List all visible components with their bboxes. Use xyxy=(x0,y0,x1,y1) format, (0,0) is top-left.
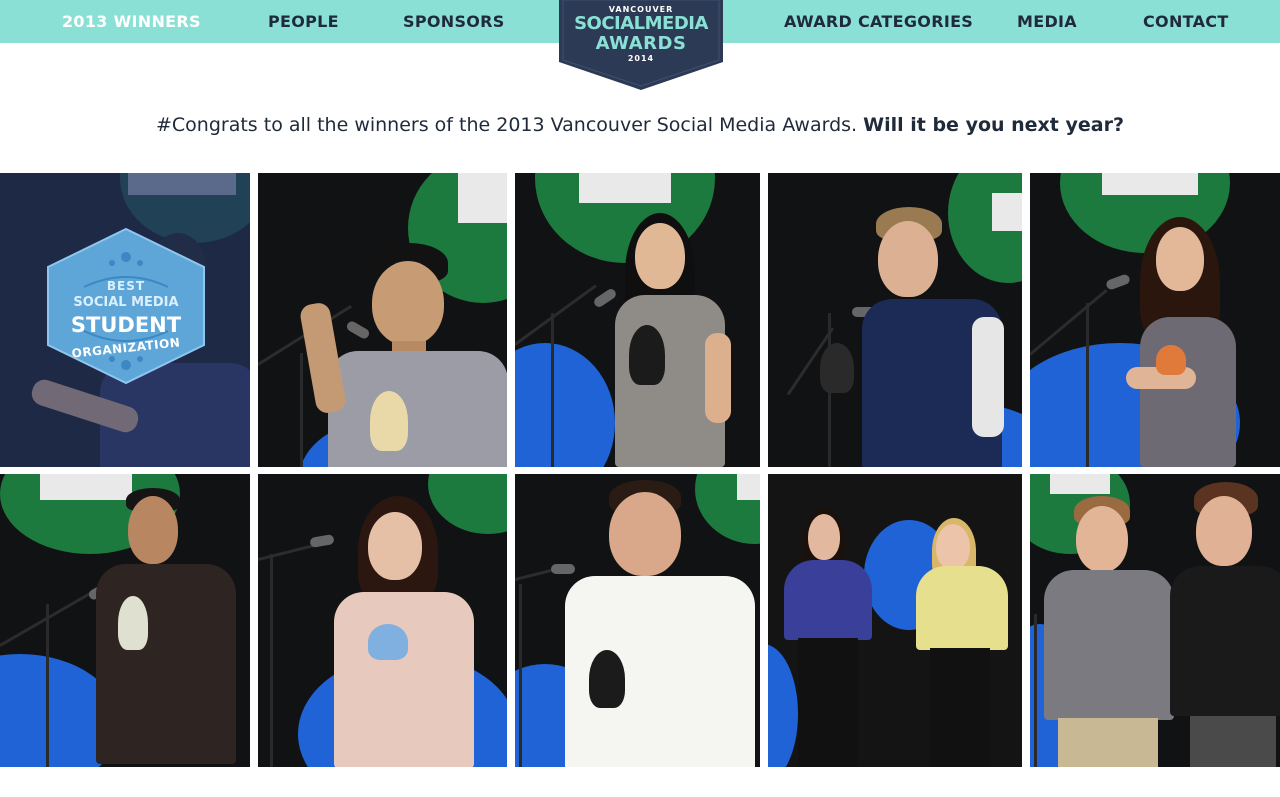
award-trophy-figure xyxy=(368,624,408,660)
nav-link-award-categories[interactable]: AWARD CATEGORIES xyxy=(784,0,973,43)
microphone-stand xyxy=(270,554,273,767)
winner-photo-best-student-organization[interactable]: BEST SOCIAL MEDIA STUDENT ORGANIZATION xyxy=(0,173,250,467)
stage-prop xyxy=(992,193,1022,231)
winner-photo-8[interactable] xyxy=(515,474,760,767)
stage-prop xyxy=(1102,173,1198,195)
microphone-icon xyxy=(309,533,335,549)
site-logo[interactable]: VANCOUVER SOCIALMEDIA AWARDS 2014 xyxy=(559,0,723,90)
stage-blue-circle xyxy=(515,343,615,467)
congrats-tagline: #Congrats to all the winners of the 2013… xyxy=(0,114,1280,136)
tagline-text: #Congrats to all the winners of the 2013… xyxy=(155,114,858,136)
logo-year: 2014 xyxy=(627,54,655,63)
winner-photo-10[interactable] xyxy=(1030,474,1280,767)
nav-link-media[interactable]: MEDIA xyxy=(1017,0,1077,43)
stage-prop xyxy=(40,474,132,500)
logo-title-line1: SOCIALMEDIA xyxy=(574,13,708,34)
award-category-badge: BEST SOCIAL MEDIA STUDENT ORGANIZATION xyxy=(44,227,208,385)
award-trophy-figure xyxy=(1156,345,1186,375)
badge-text-best: BEST xyxy=(106,279,146,293)
microphone-boom xyxy=(515,284,597,346)
award-trophy-figure xyxy=(589,650,625,708)
winner-photo-9[interactable] xyxy=(768,474,1022,767)
award-trophy-figure xyxy=(370,391,408,451)
microphone-stand xyxy=(46,604,49,767)
stage-prop xyxy=(579,173,671,203)
stage-prop xyxy=(1050,474,1110,494)
microphone-icon xyxy=(345,319,371,341)
microphone-stand xyxy=(1086,303,1089,467)
microphone-stand xyxy=(551,313,554,467)
nav-link-2013-winners[interactable]: 2013 WINNERS xyxy=(62,0,201,43)
nav-link-contact[interactable]: CONTACT xyxy=(1143,0,1229,43)
winner-photo-5[interactable] xyxy=(1030,173,1280,467)
microphone-stand xyxy=(519,584,522,767)
microphone-stand xyxy=(300,353,303,467)
winners-photo-grid: BEST SOCIAL MEDIA STUDENT ORGANIZATION xyxy=(0,173,1280,767)
winner-photo-7[interactable] xyxy=(258,474,507,767)
stage-prop xyxy=(737,474,760,500)
logo-title-line2: AWARDS xyxy=(595,33,687,54)
winner-photo-4[interactable] xyxy=(768,173,1022,467)
award-trophy-figure xyxy=(118,596,148,650)
nav-link-sponsors[interactable]: SPONSORS xyxy=(403,0,505,43)
stage-prop xyxy=(458,173,507,223)
nav-link-people[interactable]: PEOPLE xyxy=(268,0,339,43)
microphone-icon xyxy=(551,564,575,574)
stage-green-circle xyxy=(428,474,507,534)
award-trophy-figure xyxy=(820,343,854,393)
winner-photo-6[interactable] xyxy=(0,474,250,767)
tagline-emphasis: Will it be you next year? xyxy=(863,114,1124,136)
microphone-stand xyxy=(1034,614,1037,767)
badge-text-student: STUDENT xyxy=(70,313,182,337)
winner-photo-2[interactable] xyxy=(258,173,507,467)
award-trophy-figure xyxy=(629,325,665,385)
microphone-icon xyxy=(592,287,618,309)
winner-photo-3[interactable] xyxy=(515,173,760,467)
badge-text-social-media: SOCIAL MEDIA xyxy=(73,295,179,310)
microphone-icon xyxy=(1105,273,1131,291)
